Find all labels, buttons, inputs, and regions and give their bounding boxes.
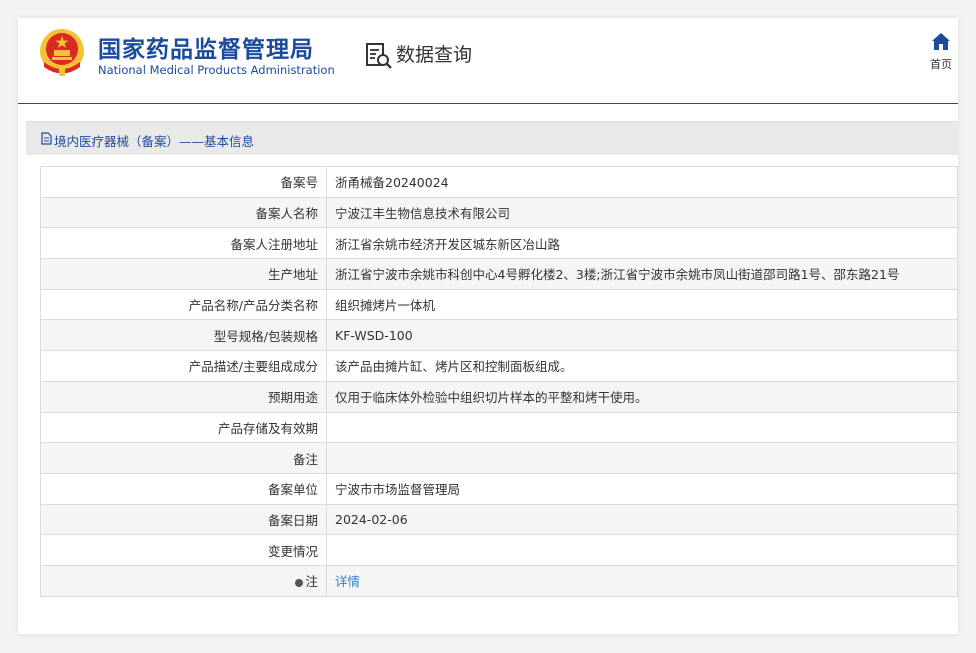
table-row: 生产地址 浙江省宁波市余姚市科创中心4号孵化楼2、3楼;浙江省宁波市余姚市凤山街道…: [40, 258, 958, 290]
header-divider: [18, 103, 958, 104]
data-query-icon: [366, 43, 392, 69]
brand-name-english[interactable]: National Medical Products Administration: [98, 63, 335, 77]
field-value: 该产品由摊片缸、烤片区和控制面板组成。: [326, 350, 958, 382]
field-label: 备注: [40, 442, 327, 474]
field-value: [326, 442, 958, 474]
table-row: 备注: [40, 442, 958, 474]
table-row: 产品存储及有效期: [40, 411, 958, 444]
field-value: [326, 534, 958, 566]
field-value: 详情: [326, 564, 958, 597]
details-link[interactable]: 详情: [335, 574, 360, 589]
record-detail-table: 备案号 浙甬械备20240024 备案人名称 宁波江丰生物信息技术有限公司 备案人注册地…: [40, 166, 958, 597]
field-label: 备案单位: [40, 472, 327, 505]
field-label: 型号规格/包装规格: [40, 319, 327, 352]
field-label: 产品描述/主要组成成分: [40, 350, 327, 382]
page: 国家药品监督管理局 National Medical Products Admi…: [18, 18, 958, 634]
field-label: 注: [40, 564, 327, 597]
field-value: 浙江省余姚市经济开发区城东新区冶山路: [326, 227, 958, 260]
document-icon: [41, 132, 52, 145]
home-label[interactable]: 首页: [926, 56, 956, 72]
table-row: 备案人注册地址 浙江省余姚市经济开发区城东新区冶山路: [40, 227, 958, 260]
field-value: [326, 411, 958, 444]
brand-name-chinese[interactable]: 国家药品监督管理局: [98, 30, 314, 64]
field-label: 备案人名称: [40, 196, 327, 229]
field-value: 浙江省宁波市余姚市科创中心4号孵化楼2、3楼;浙江省宁波市余姚市凤山街道邵司路1…: [326, 258, 958, 290]
section-title: 境内医疗器械（备案）——基本信息: [54, 134, 255, 149]
note-dot-icon: [295, 579, 304, 588]
field-value: 仅用于临床体外检验中组织切片样本的平整和烤干使用。: [326, 380, 958, 413]
home-icon[interactable]: [932, 33, 950, 50]
table-row: 备案号 浙甬械备20240024: [40, 166, 958, 198]
table-row: 产品描述/主要组成成分 该产品由摊片缸、烤片区和控制面板组成。: [40, 350, 958, 382]
home-link[interactable]: 首页: [926, 33, 956, 72]
field-value: 组织摊烤片一体机: [326, 288, 958, 321]
section-header: 境内医疗器械（备案）——基本信息: [26, 121, 958, 155]
table-row: 预期用途 仅用于临床体外检验中组织切片样本的平整和烤干使用。: [40, 380, 958, 413]
field-label: 备案人注册地址: [40, 227, 327, 260]
field-value: 浙甬械备20240024: [326, 166, 958, 198]
field-value: 宁波江丰生物信息技术有限公司: [326, 196, 958, 229]
table-row: 变更情况: [40, 534, 958, 566]
note-label: 注: [305, 574, 318, 590]
field-label: 生产地址: [40, 258, 327, 290]
site-header: 国家药品监督管理局 National Medical Products Admi…: [18, 18, 958, 104]
national-emblem-icon: [40, 29, 84, 76]
table-row: 注 详情: [40, 564, 958, 597]
table-row: 产品名称/产品分类名称 组织摊烤片一体机: [40, 288, 958, 321]
field-value: 宁波市市场监督管理局: [326, 472, 958, 505]
data-query-title: 数据查询: [396, 44, 473, 66]
table-row: 型号规格/包装规格 KF-WSD-100: [40, 319, 958, 352]
table-row: 备案人名称 宁波江丰生物信息技术有限公司: [40, 196, 958, 229]
field-label: 预期用途: [40, 380, 327, 413]
field-label: 产品名称/产品分类名称: [40, 288, 327, 321]
field-label: 备案号: [40, 166, 327, 198]
table-row: 备案日期 2024-02-06: [40, 503, 958, 536]
field-label: 备案日期: [40, 503, 327, 536]
table-row: 备案单位 宁波市市场监督管理局: [40, 472, 958, 505]
field-label: 产品存储及有效期: [40, 411, 327, 444]
field-value: 2024-02-06: [326, 503, 958, 536]
field-label: 变更情况: [40, 534, 327, 566]
field-value: KF-WSD-100: [326, 319, 958, 352]
